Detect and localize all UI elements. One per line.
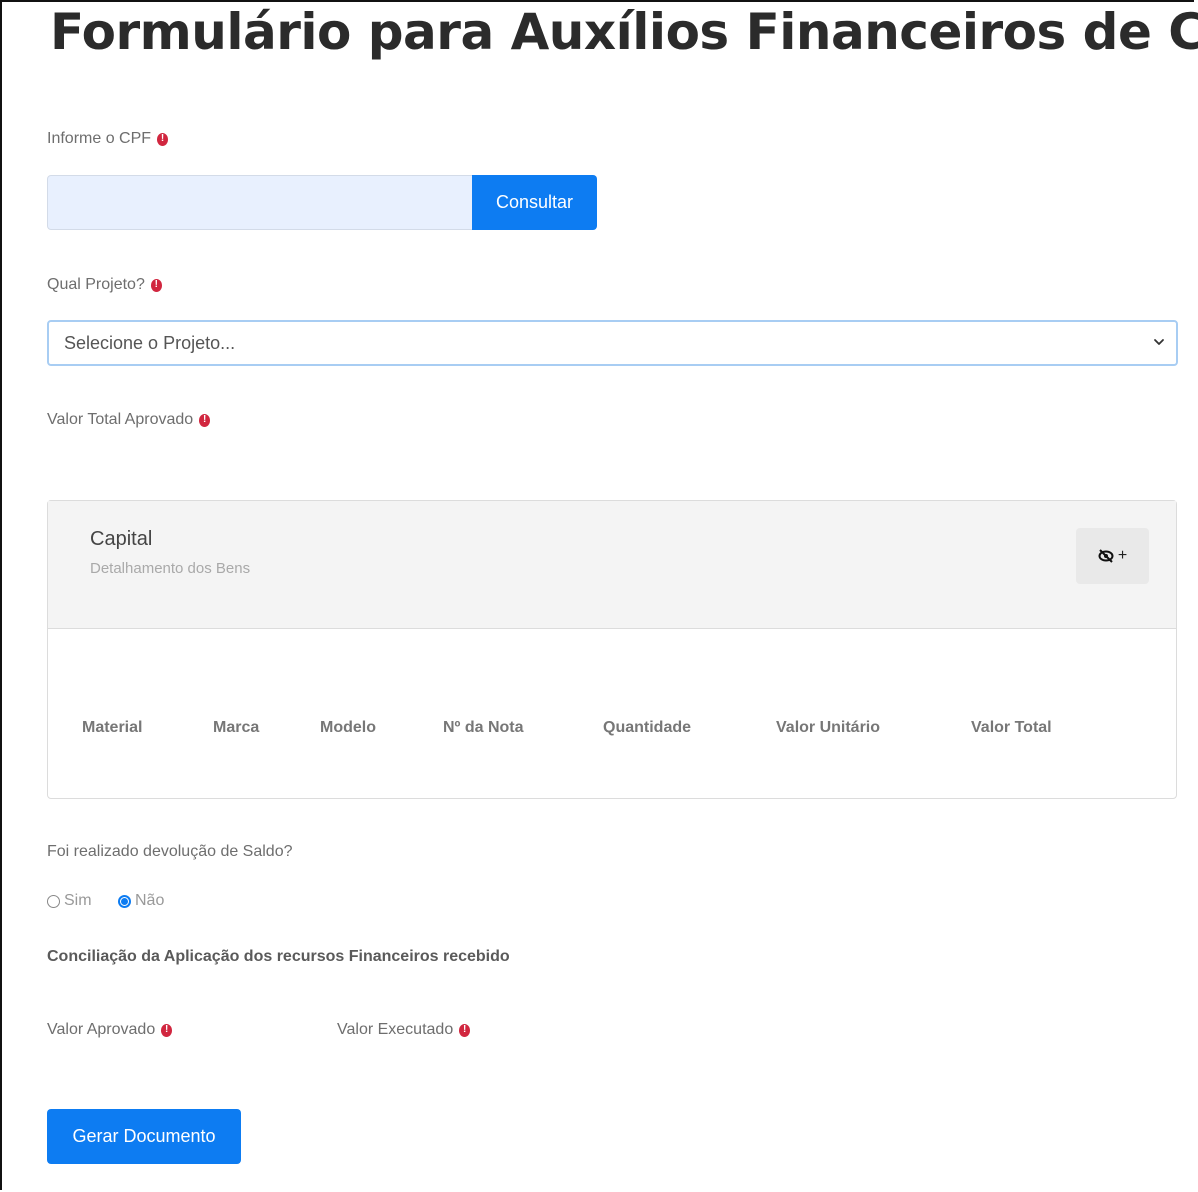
projeto-select-value: Selecione o Projeto...	[64, 332, 236, 353]
projeto-label: Qual Projeto?	[47, 276, 145, 293]
projeto-label-row: Qual Projeto? !	[47, 276, 162, 294]
col-header-nota: Nº da Nota	[443, 719, 524, 736]
eye-slash-icon	[1098, 549, 1114, 563]
devolucao-question: Foi realizado devolução de Saldo?	[47, 843, 293, 861]
valor-total-label-row: Valor Total Aprovado !	[47, 411, 211, 429]
col-header-modelo: Modelo	[320, 719, 376, 736]
plus-icon: +	[1117, 547, 1128, 564]
col-header-valor-total: Valor Total	[971, 719, 1052, 736]
devolucao-question-text: Foi realizado devolução de Saldo?	[47, 843, 293, 860]
cpf-label: Informe o CPF	[47, 130, 152, 147]
valor-aprovado-label-row: Valor Aprovado !	[47, 1021, 173, 1039]
col-header-valor-unitario: Valor Unitário	[776, 719, 881, 736]
required-icon: !	[199, 413, 211, 427]
valor-executado-label-row: Valor Executado !	[337, 1021, 471, 1039]
chevron-down-icon	[1154, 339, 1164, 345]
conciliacao-title: Conciliação da Aplicação dos recursos Fi…	[47, 948, 510, 965]
capital-subtitle: Detalhamento dos Bens	[90, 560, 251, 577]
col-header-material: Material	[82, 719, 143, 736]
col-header-marca: Marca	[213, 719, 260, 736]
radio-nao-circle[interactable]	[118, 894, 131, 908]
required-icon: !	[157, 132, 169, 146]
cpf-label-row: Informe o CPF !	[47, 130, 169, 148]
required-icon: !	[459, 1023, 471, 1037]
required-icon: !	[161, 1023, 173, 1037]
page-title: Formulário para Auxílios Financeiros de …	[50, 3, 1198, 61]
valor-aprovado-label: Valor Aprovado	[47, 1021, 156, 1038]
add-item-button[interactable]: +	[1076, 528, 1149, 584]
consultar-button[interactable]: Consultar	[472, 175, 597, 230]
valor-total-label: Valor Total Aprovado	[47, 411, 194, 428]
radio-nao-label: Não	[135, 892, 165, 909]
valor-executado-label: Valor Executado	[337, 1021, 454, 1038]
cpf-input[interactable]	[47, 175, 473, 230]
col-header-quantidade: Quantidade	[603, 719, 692, 736]
required-icon: !	[150, 278, 162, 292]
capital-card: Capital Detalhamento dos Bens + Material…	[47, 500, 1177, 799]
gerar-documento-button[interactable]: Gerar Documento	[47, 1109, 241, 1164]
radio-nao[interactable]: Não	[118, 892, 164, 910]
projeto-select[interactable]: Selecione o Projeto...	[47, 320, 1178, 366]
radio-sim[interactable]: Sim	[47, 892, 92, 910]
capital-title: Capital	[90, 528, 153, 550]
radio-sim-circle[interactable]	[47, 894, 60, 908]
radio-sim-label: Sim	[64, 892, 92, 909]
capital-card-header: Capital Detalhamento dos Bens +	[48, 501, 1176, 629]
